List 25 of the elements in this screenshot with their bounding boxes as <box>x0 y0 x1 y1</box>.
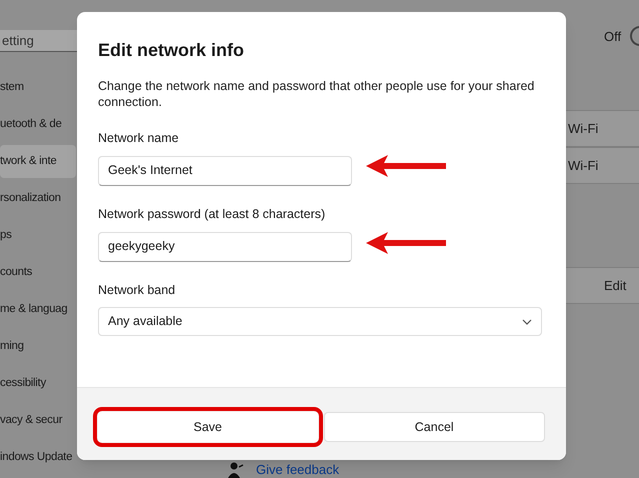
text-field[interactable]: Geek's Internet <box>98 156 352 186</box>
cancel-button[interactable]: Cancel <box>324 412 545 442</box>
sidebar-item[interactable]: twork & inte <box>0 145 76 178</box>
sidebar-item[interactable]: ps <box>0 219 76 252</box>
sidebar-item[interactable]: vacy & secur <box>0 404 76 437</box>
feedback-link[interactable]: Give feedback <box>256 460 340 478</box>
chevron-down-icon <box>522 318 532 325</box>
sidebar-item[interactable]: me & languag <box>0 293 76 326</box>
field-label: Network name <box>98 130 180 147</box>
sidebar-item[interactable]: counts <box>0 256 76 289</box>
dialog-description: Change the network name and password that other people use for your shared connection. <box>98 78 536 110</box>
sidebar-item[interactable]: ming <box>0 330 76 363</box>
text-field[interactable]: geekygeeky <box>98 232 352 262</box>
sidebar-item[interactable]: cessibility <box>0 367 76 400</box>
save-button[interactable]: Save <box>98 412 318 442</box>
band-dropdown[interactable]: Any available <box>98 307 542 336</box>
status-text: Off <box>604 28 622 46</box>
person-icon <box>228 462 244 478</box>
sidebar-item[interactable]: stem <box>0 71 76 104</box>
sidebar-item[interactable]: uetooth & de <box>0 108 76 141</box>
field-label: Network band <box>98 282 176 298</box>
sidebar-item[interactable]: rsonalization <box>0 182 76 215</box>
field-label: Network password (at least 8 characters) <box>98 206 326 223</box>
sidebar-item[interactable]: indows Update <box>0 441 76 474</box>
dialog-title: Edit network info <box>98 39 245 62</box>
